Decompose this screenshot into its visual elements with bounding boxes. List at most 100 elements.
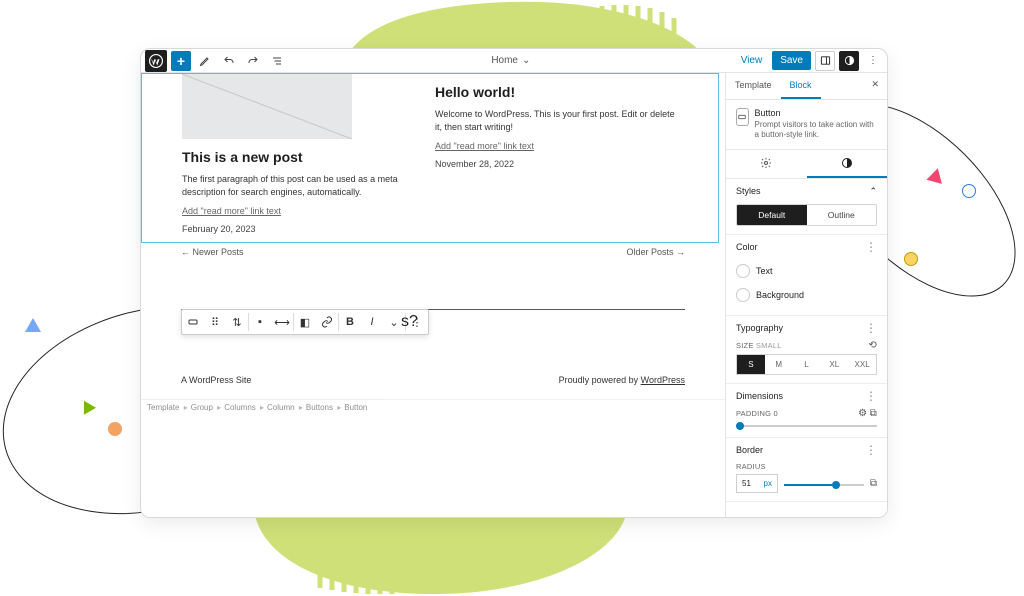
redo-icon[interactable] — [243, 51, 263, 71]
size-xxl[interactable]: XXL — [848, 355, 876, 374]
save-button[interactable]: Save — [772, 51, 811, 70]
site-title[interactable]: A WordPress Site — [181, 375, 251, 385]
border-section: Border ⋮ RADIUS 51 px ⧉ — [726, 438, 887, 502]
border-heading[interactable]: Border ⋮ — [726, 438, 887, 462]
padding-slider[interactable] — [736, 425, 877, 427]
color-section: Color ⋮ Text Background — [726, 235, 887, 316]
size-l[interactable]: L — [793, 355, 821, 374]
drag-handle-icon[interactable]: ⠿ — [204, 310, 226, 334]
decor-circle-blue — [962, 184, 976, 198]
block-toolbar[interactable]: ⠿ ⇅ ▪ ⟷ ◧ B I ⌄ ⋮ — [181, 309, 429, 335]
subtab-styles-icon[interactable] — [807, 150, 888, 178]
size-s[interactable]: S — [737, 355, 765, 374]
typography-section: Typography ⋮ SIZE SMALL ⟲ S M L XL XXL — [726, 316, 887, 384]
style-picker[interactable]: Default Outline — [736, 204, 877, 226]
block-breadcrumb[interactable]: Template Group Columns Column Buttons Bu… — [141, 399, 725, 415]
block-description: Button Prompt visitors to take action wi… — [726, 100, 887, 150]
separator — [425, 309, 685, 310]
bold-icon[interactable]: B — [339, 310, 361, 334]
link-icon[interactable] — [316, 310, 338, 334]
style-outline[interactable]: Outline — [807, 205, 877, 225]
dimensions-heading[interactable]: Dimensions ⋮ — [726, 384, 887, 408]
size-xl[interactable]: XL — [820, 355, 848, 374]
text-color-swatch[interactable] — [736, 264, 750, 278]
width-icon[interactable]: ◧ — [294, 310, 316, 334]
page-selector[interactable]: Home ⌄ — [291, 55, 731, 66]
editor-canvas[interactable]: This is a new post The first paragraph o… — [141, 73, 725, 517]
dimensions-section: Dimensions ⋮ PADDING 0 ⚙ ⧉ — [726, 384, 887, 438]
subtab-settings-icon[interactable] — [726, 150, 807, 178]
custom-size-icon[interactable]: ⟲ — [868, 340, 877, 351]
post-excerpt: Welcome to WordPress. This is your first… — [435, 108, 678, 133]
block-type-icon[interactable] — [182, 310, 204, 334]
wordpress-link[interactable]: WordPress — [641, 375, 685, 385]
breadcrumb-item[interactable]: Button — [344, 403, 369, 412]
post-title[interactable]: Hello world! — [435, 84, 678, 100]
styles-heading[interactable]: Styles ⌃ — [726, 179, 887, 204]
newer-posts-link[interactable]: ← Newer Posts — [181, 247, 244, 257]
decor-circle-orange — [108, 422, 122, 436]
more-icon[interactable]: ⋮ — [865, 243, 877, 251]
more-icon[interactable]: ⋮ — [865, 446, 877, 454]
heading-fragment: s? — [401, 313, 418, 331]
radius-slider[interactable] — [784, 484, 864, 486]
featured-image-placeholder[interactable] — [182, 74, 352, 139]
unlink-icon[interactable]: ⧉ — [870, 408, 877, 419]
align-icon[interactable]: ▪ — [249, 310, 271, 334]
breadcrumb-item[interactable]: Group — [191, 403, 221, 412]
breadcrumb-item[interactable]: Template — [147, 403, 188, 412]
decor-triangle-green — [78, 397, 96, 414]
bg-color-swatch[interactable] — [736, 288, 750, 302]
size-m[interactable]: M — [765, 355, 793, 374]
sidebar-toggle-icon[interactable] — [815, 51, 835, 71]
readmore-link[interactable]: Add "read more" link text — [182, 206, 281, 216]
breadcrumb-item[interactable]: Column — [267, 403, 303, 412]
tab-template[interactable]: Template — [726, 73, 781, 99]
more-menu-icon[interactable]: ⋮ — [863, 51, 883, 71]
edit-icon[interactable] — [195, 51, 215, 71]
styles-toggle-icon[interactable] — [839, 51, 859, 71]
powered-by: Proudly powered by WordPress — [559, 375, 685, 385]
decor-triangle-blue — [25, 318, 41, 332]
wp-logo-icon[interactable] — [145, 50, 167, 72]
breadcrumb-item[interactable]: Buttons — [306, 403, 341, 412]
button-block-icon — [736, 108, 749, 126]
add-block-button[interactable]: + — [171, 51, 191, 71]
post-date: February 20, 2023 — [182, 224, 425, 234]
size-picker[interactable]: S M L XL XXL — [736, 354, 877, 375]
unlink-icon[interactable]: ⧉ — [870, 478, 877, 489]
tab-block[interactable]: Block — [781, 73, 821, 99]
site-footer: A WordPress Site Proudly powered by Word… — [141, 327, 725, 399]
color-bg-row[interactable]: Background — [736, 283, 877, 307]
settings-icon[interactable]: ⚙ — [858, 408, 867, 419]
radius-input[interactable]: 51 px — [736, 474, 778, 493]
block-name: Button — [755, 108, 877, 118]
decor-triangle-pink — [926, 166, 945, 184]
close-sidebar-icon[interactable]: ✕ — [863, 73, 887, 99]
style-default[interactable]: Default — [737, 205, 807, 225]
block-subtabs — [726, 150, 887, 179]
color-heading[interactable]: Color ⋮ — [726, 235, 887, 259]
page-selector-label: Home — [491, 55, 518, 66]
color-text-row[interactable]: Text — [736, 259, 877, 283]
breadcrumb-item[interactable]: Columns — [224, 403, 264, 412]
editor-window: + Home ⌄ View Save ⋮ — [140, 48, 888, 518]
typography-heading[interactable]: Typography ⋮ — [726, 316, 887, 340]
editor-topbar: + Home ⌄ View Save ⋮ — [141, 49, 887, 73]
post-date: November 28, 2022 — [435, 159, 678, 169]
older-posts-link[interactable]: Older Posts → — [626, 247, 685, 257]
justify-icon[interactable]: ⟷ — [271, 310, 293, 334]
italic-icon[interactable]: I — [361, 310, 383, 334]
post-title[interactable]: This is a new post — [182, 149, 425, 165]
view-link[interactable]: View — [735, 52, 769, 69]
query-loop-block[interactable]: This is a new post The first paragraph o… — [141, 73, 719, 243]
more-icon[interactable]: ⋮ — [865, 324, 877, 332]
sidebar-tabs: Template Block ✕ — [726, 73, 887, 100]
more-icon[interactable]: ⋮ — [865, 392, 877, 400]
move-icon[interactable]: ⇅ — [226, 310, 248, 334]
styles-section: Styles ⌃ Default Outline — [726, 179, 887, 235]
list-view-icon[interactable] — [267, 51, 287, 71]
readmore-link[interactable]: Add "read more" link text — [435, 141, 534, 151]
pagination: ← Newer Posts Older Posts → — [141, 243, 725, 261]
undo-icon[interactable] — [219, 51, 239, 71]
